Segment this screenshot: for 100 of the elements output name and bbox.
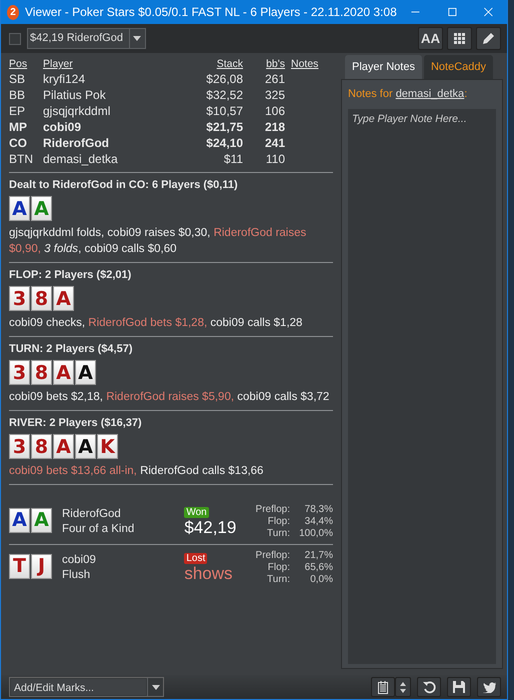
result-badge: Won: [184, 506, 209, 518]
player-name-cell-text: demasi_detka: [43, 151, 119, 167]
refresh-button[interactable]: [417, 677, 441, 697]
equity-label: Turn:: [266, 528, 292, 540]
stack-cell-text: $24,10: [205, 135, 244, 151]
street-title: FLOP: 2 Players ($2,01): [9, 269, 132, 281]
stack-cell-text: $21,75: [205, 119, 244, 135]
save-button[interactable]: [447, 677, 471, 697]
equity-value: 78,3%: [304, 504, 334, 516]
big-blinds-cell-text: 325: [264, 87, 286, 103]
big-blinds-cell-text: 218: [264, 119, 286, 135]
pencil-icon: [482, 32, 495, 45]
note-field[interactable]: Type Player Note Here...: [348, 109, 496, 664]
marks-dropdown[interactable]: Add/Edit Marks...: [9, 677, 164, 697]
hand-name: Four of a Kind: [62, 522, 136, 537]
playing-card: A: [75, 434, 96, 459]
bird-icon: [482, 682, 496, 692]
playing-card: 8: [31, 434, 52, 459]
notes-button[interactable]: [371, 677, 395, 697]
street-title: RIVER: 2 Players ($16,37): [9, 417, 143, 429]
big-blinds-cell-text: 261: [264, 71, 286, 87]
column-header[interactable]: Player: [43, 57, 191, 71]
playing-card: A: [9, 508, 30, 532]
font-size-button[interactable]: AA: [418, 27, 443, 50]
equity-value: 21,7%: [304, 550, 334, 562]
column-header[interactable]: Pos: [9, 57, 43, 71]
playing-card: A: [9, 196, 30, 221]
player-name-cell-text: cobi09: [43, 119, 82, 135]
position-cell-text: BTN: [9, 151, 34, 167]
save-icon: [453, 681, 465, 693]
playing-card: 8: [31, 360, 52, 385]
notepad-icon: [378, 680, 388, 694]
equity-label: Flop:: [266, 562, 292, 574]
playing-card: 3: [9, 434, 30, 459]
action-line: cobi09 checks, RiderofGod bets $1,28, cobi09 calls $1,28: [9, 316, 304, 331]
equity-value: 100,0%: [298, 528, 334, 540]
player-name-cell-text: kryfi124: [43, 71, 86, 87]
column-header[interactable]: Stack: [191, 57, 249, 71]
player-name-cell-text: Pilatius Pok: [43, 87, 107, 103]
position-cell-text: CO: [9, 135, 28, 151]
equity-value: 0,0%: [309, 574, 334, 586]
player-name-cell-text: gjsqjqrkddml: [43, 103, 112, 119]
position-cell-text: MP: [9, 119, 28, 135]
playing-card: A: [53, 360, 74, 385]
hand-name: Flush: [62, 568, 92, 583]
position-cell-text: SB: [9, 71, 26, 87]
playing-card: A: [53, 434, 74, 459]
column-header[interactable]: Notes: [291, 57, 333, 71]
stack-cell-text: $10,57: [205, 103, 244, 119]
result-amount: $42,19: [184, 518, 238, 538]
sort-button[interactable]: [395, 677, 411, 697]
action-line: gjsqjqrkddml folds, cobi09 raises $0,30, RiderofGod raises $0,90, 3 folds, cobi09 calls $0,60: [9, 226, 308, 257]
playing-card: 3: [9, 286, 30, 311]
equity-label: Turn:: [266, 574, 292, 586]
hand-select[interactable]: $42,19 RiderofGod: [27, 28, 146, 49]
playing-card: T: [9, 554, 30, 578]
column-header[interactable]: bb's: [249, 57, 291, 71]
street-title: Dealt to RiderofGod in CO: 6 Players ($0,11): [9, 179, 239, 191]
player-name-cell-text: RiderofGod: [43, 135, 110, 151]
playing-card: A: [53, 286, 74, 311]
big-blinds-cell-text: 110: [264, 151, 286, 167]
panel-tab[interactable]: NoteCaddy: [424, 55, 494, 79]
stack-cell-text: $32,52: [205, 87, 244, 103]
action-line: cobi09 bets $2,18, RiderofGod raises $5,90, cobi09 calls $3,72: [9, 390, 330, 405]
share-button[interactable]: [477, 677, 501, 697]
up-down-icon: [400, 682, 406, 692]
position-cell-text: BB: [9, 87, 26, 103]
panel-tab[interactable]: Player Notes: [345, 55, 422, 79]
equity-value: 34,4%: [304, 516, 334, 528]
playing-card: A: [75, 360, 96, 385]
player-name: RiderofGod: [62, 507, 122, 522]
equity-label: Flop:: [266, 516, 292, 528]
stack-cell-text: $26,08: [205, 71, 244, 87]
equity-value: 65,6%: [304, 562, 334, 574]
action-line: cobi09 bets $13,66 all-in, RiderofGod calls $13,66: [9, 464, 264, 479]
player-link[interactable]: demasi_detka: [396, 88, 464, 100]
playing-card: 8: [31, 286, 52, 311]
stack-cell-text: $11: [222, 151, 244, 167]
playing-card: J: [31, 554, 52, 578]
playing-card: A: [31, 508, 52, 532]
refresh-icon: [422, 680, 436, 694]
caret-icon: [152, 684, 160, 690]
result-badge: Lost: [184, 552, 208, 564]
playing-card: K: [97, 434, 118, 459]
equity-label: Preflop:: [254, 550, 292, 562]
caret-icon: [133, 36, 142, 41]
street-title: TURN: 2 Players ($4,57): [9, 343, 134, 355]
playing-card: A: [31, 196, 52, 221]
notes-heading: Notes for demasi_detka:: [348, 88, 468, 100]
grid-button[interactable]: [447, 27, 472, 50]
big-blinds-cell-text: 106: [264, 103, 286, 119]
app-logo: 2: [7, 4, 19, 20]
big-blinds-cell-text: 241: [264, 135, 286, 151]
edit-button[interactable]: [476, 27, 501, 50]
grid-icon: [454, 33, 465, 44]
checkbox[interactable]: [9, 32, 21, 44]
equity-label: Preflop:: [254, 504, 292, 516]
position-cell-text: EP: [9, 103, 26, 119]
playing-card: 3: [9, 360, 30, 385]
result-amount: shows: [184, 564, 234, 584]
